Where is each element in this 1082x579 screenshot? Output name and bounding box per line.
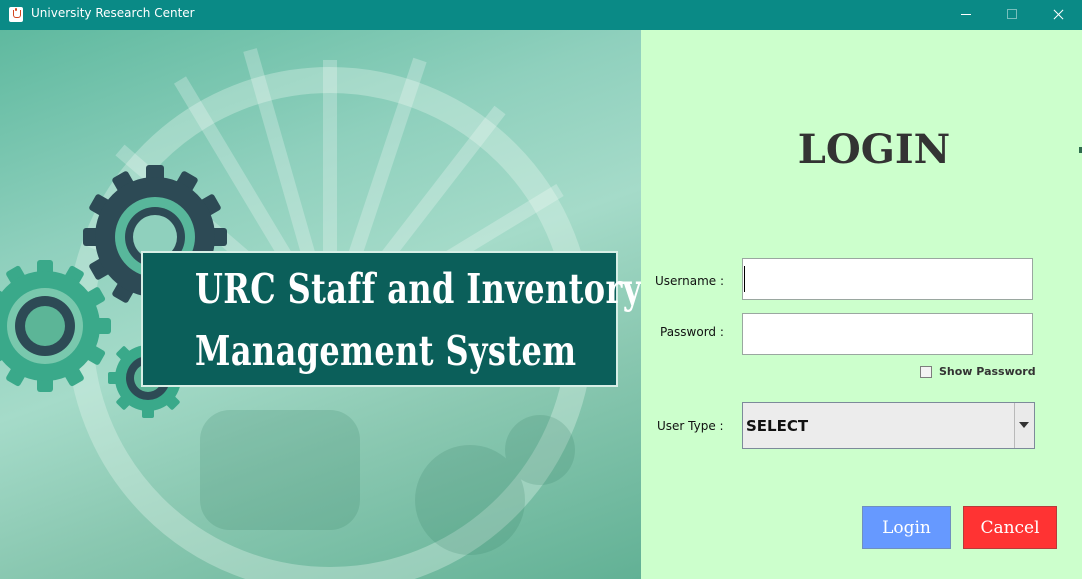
user-type-selected-value[interactable]: SELECT [746, 417, 808, 435]
system-title-line-2: Management System [195, 327, 577, 375]
login-heading: LOGIN [797, 126, 951, 173]
login-panel: LOGIN Username : Password : Show Passwor… [641, 30, 1082, 579]
window-title: University Research Center [31, 6, 195, 20]
chevron-down-icon[interactable] [1014, 403, 1034, 448]
title-bar[interactable]: University Research Center [0, 0, 1082, 30]
close-icon[interactable] [1035, 0, 1081, 30]
show-password-label[interactable]: Show Password [939, 365, 1036, 378]
cancel-button[interactable]: Cancel [963, 506, 1057, 549]
minimize-icon[interactable] [943, 0, 989, 30]
password-label: Password : [660, 325, 724, 339]
branding-panel: URC Staff and Inventory Management Syste… [0, 30, 641, 579]
system-title-line-1: URC Staff and Inventory [195, 265, 641, 313]
maximize-icon[interactable] [989, 0, 1035, 30]
username-label: Username : [655, 274, 725, 288]
user-type-label: User Type : [657, 419, 724, 433]
login-button[interactable]: Login [862, 506, 951, 549]
system-title-banner: URC Staff and Inventory Management Syste… [141, 251, 641, 387]
text-cursor [744, 266, 745, 292]
user-type-dropdown[interactable]: SELECT [742, 402, 1035, 449]
checkbox-box[interactable] [920, 366, 932, 378]
password-field[interactable] [742, 313, 1033, 355]
username-field[interactable] [742, 258, 1033, 300]
java-cup-icon [9, 7, 23, 22]
